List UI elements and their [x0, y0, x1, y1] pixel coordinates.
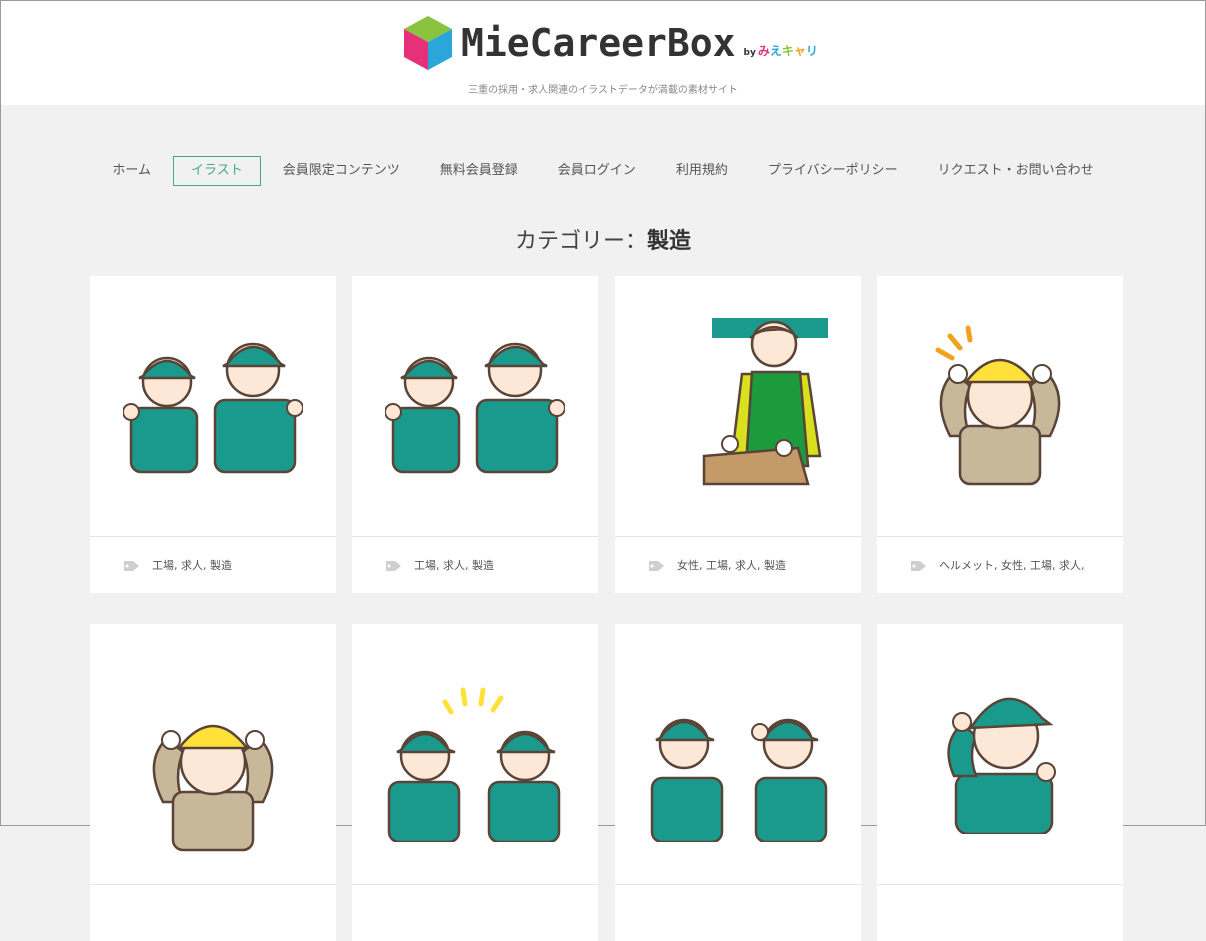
two-workers-salute-icon: [650, 718, 828, 842]
card-thumbnail[interactable]: [90, 624, 336, 885]
card-tags: 女性, 工場, 求人, 製造: [615, 537, 861, 593]
card-thumbnail[interactable]: [615, 276, 861, 537]
nav-members-content[interactable]: 会員限定コンテンツ: [265, 156, 418, 186]
site-header: MieCareerBox by み え キ ャ リ 三重の採用・求人関連のイラス…: [1, 1, 1205, 105]
card-thumbnail[interactable]: [352, 624, 598, 885]
illustration-card[interactable]: [877, 624, 1123, 941]
cube-logo-icon: [404, 16, 452, 70]
main-nav: ホーム イラスト 会員限定コンテンツ 無料会員登録 会員ログイン 利用規約 プラ…: [1, 156, 1205, 186]
card-tags-text[interactable]: 工場, 求人, 製造: [414, 557, 494, 573]
card-tags: [877, 885, 1123, 941]
tag-icon: [386, 561, 401, 571]
card-tags: [615, 885, 861, 941]
site-tagline: 三重の採用・求人関連のイラストデータが満載の素材サイト: [468, 85, 738, 96]
woman-helmet-icon: [935, 325, 1061, 486]
nav-member-login[interactable]: 会員ログイン: [540, 156, 654, 186]
illustration-card[interactable]: 工場, 求人, 製造: [90, 276, 336, 593]
illustration-card[interactable]: [90, 624, 336, 941]
two-workers-cap-icon: [385, 342, 565, 474]
card-thumbnail[interactable]: [615, 624, 861, 885]
card-tags: [90, 885, 336, 941]
nav-illust[interactable]: イラスト: [173, 156, 261, 186]
nav-free-register[interactable]: 無料会員登録: [422, 156, 536, 186]
site-logo[interactable]: MieCareerBox by み え キ ャ リ: [403, 15, 818, 71]
card-tags-text[interactable]: 工場, 求人, 製造: [152, 557, 232, 573]
card-thumbnail[interactable]: [877, 624, 1123, 885]
card-tags-text[interactable]: ヘルメット, 女性, 工場, 求人,: [939, 557, 1084, 573]
tag-icon: [911, 561, 926, 571]
tag-icon: [124, 561, 139, 571]
nav-privacy[interactable]: プライバシーポリシー: [750, 156, 916, 186]
card-thumbnail[interactable]: [90, 276, 336, 537]
illustration-card[interactable]: 女性, 工場, 求人, 製造: [615, 276, 861, 593]
illustration-card[interactable]: [352, 624, 598, 941]
woman-cap-wink-icon: [947, 697, 1056, 834]
illustration-card[interactable]: ヘルメット, 女性, 工場, 求人,: [877, 276, 1123, 593]
nav-terms[interactable]: 利用規約: [658, 156, 746, 186]
logo-byline: by み え キ ャ リ: [743, 43, 818, 58]
card-tags-text[interactable]: 女性, 工場, 求人, 製造: [677, 557, 786, 573]
card-thumbnail[interactable]: [352, 276, 598, 537]
woman-helmet-icon: [152, 724, 274, 852]
card-thumbnail[interactable]: [877, 276, 1123, 537]
card-tags: ヘルメット, 女性, 工場, 求人,: [877, 537, 1123, 593]
card-tags: 工場, 求人, 製造: [352, 537, 598, 593]
two-workers-cap-icon: [123, 342, 303, 474]
woman-apron-box-icon: [702, 318, 828, 486]
illustration-card[interactable]: [615, 624, 861, 941]
nav-home[interactable]: ホーム: [94, 156, 169, 186]
two-workers-cheer-icon: [387, 687, 561, 842]
card-tags: 工場, 求人, 製造: [90, 537, 336, 593]
page-title: カテゴリー：製造: [514, 229, 692, 254]
tag-icon: [649, 561, 664, 571]
illustration-card[interactable]: 工場, 求人, 製造: [352, 276, 598, 593]
logo-text: MieCareerBox: [461, 21, 736, 65]
nav-contact[interactable]: リクエスト・お問い合わせ: [920, 156, 1112, 186]
card-tags: [352, 885, 598, 941]
